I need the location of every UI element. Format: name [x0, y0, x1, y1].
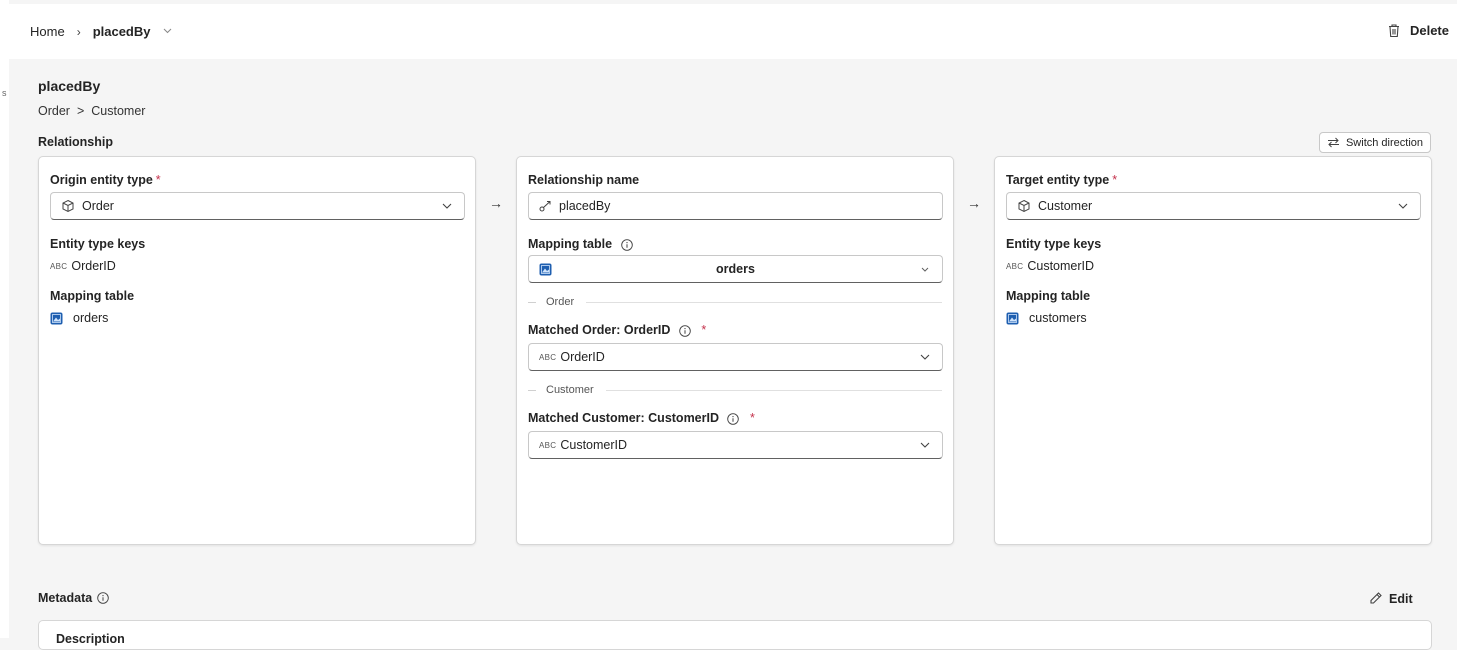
arrow-right-icon: →: [967, 195, 981, 211]
mapping-table-value: orders: [716, 262, 755, 276]
breadcrumb-current[interactable]: placedBy: [93, 24, 151, 39]
path-target: Customer: [91, 104, 146, 118]
relationship-name-input[interactable]: placedBy: [528, 192, 943, 220]
arrow-right-icon: →: [489, 195, 503, 211]
target-mapping-value: customers: [1006, 311, 1087, 325]
info-icon[interactable]: [97, 592, 109, 604]
breadcrumb-home[interactable]: Home: [30, 24, 65, 39]
origin-key-value: ABC OrderID: [50, 259, 116, 273]
relationship-link-icon: [539, 201, 551, 212]
info-icon[interactable]: [727, 412, 740, 425]
cube-icon: [1018, 199, 1030, 213]
edit-label: Edit: [1389, 591, 1413, 606]
metadata-card: Description: [38, 620, 1432, 650]
path-origin: Order: [38, 104, 70, 118]
info-icon[interactable]: [620, 238, 633, 251]
target-entity-label: Target entity type *: [1006, 173, 1118, 187]
chevron-down-icon[interactable]: [163, 26, 172, 37]
required-marker: *: [701, 323, 707, 337]
required-marker: *: [155, 173, 161, 187]
text-type-icon: ABC: [539, 352, 557, 362]
swap-arrows-icon: [1327, 137, 1339, 148]
chevron-down-icon: [920, 354, 930, 360]
chevron-down-icon: [920, 442, 930, 448]
matched-origin-dropdown[interactable]: ABC OrderID: [528, 343, 943, 371]
mapping-table-label: Mapping table: [528, 237, 633, 251]
trash-icon: [1388, 24, 1399, 38]
origin-keys-label: Entity type keys: [50, 237, 146, 251]
origin-entity-card: Origin entity type * Order Entity type ke…: [38, 156, 476, 545]
origin-mapping-label: Mapping table: [50, 289, 135, 303]
delete-button[interactable]: Delete: [1387, 23, 1449, 38]
matched-target-label: Matched Customer: CustomerID *: [528, 411, 755, 425]
target-entity-dropdown[interactable]: Customer: [1006, 192, 1421, 220]
left-edge-strip: s: [0, 0, 9, 638]
path-separator: >: [76, 104, 85, 118]
metadata-section-label: Metadata: [38, 591, 109, 605]
lakehouse-table-icon: [1006, 312, 1019, 324]
edit-metadata-button[interactable]: Edit: [1368, 591, 1413, 606]
origin-mapping-value: orders: [50, 311, 108, 325]
description-label: Description: [56, 632, 125, 646]
origin-entity-value: Order: [82, 199, 114, 213]
text-type-icon: ABC: [1006, 261, 1024, 271]
mapping-table-dropdown[interactable]: orders: [528, 255, 943, 283]
relationship-name-label: Relationship name: [528, 173, 640, 187]
matched-target-dropdown[interactable]: ABC CustomerID: [528, 431, 943, 459]
chevron-down-icon: [921, 267, 929, 272]
matched-origin-label: Matched Order: OrderID *: [528, 323, 707, 337]
required-marker: *: [749, 411, 755, 425]
matched-target-value: CustomerID: [560, 438, 628, 452]
info-icon[interactable]: [679, 324, 691, 337]
matched-origin-value: OrderID: [560, 350, 605, 364]
breadcrumb-separator: ›: [76, 24, 81, 39]
section-divider-origin: Order: [528, 295, 942, 309]
relationship-path: Order > Customer: [38, 104, 145, 118]
chevron-down-icon: [1398, 203, 1408, 209]
text-type-icon: ABC: [539, 440, 557, 450]
target-mapping-label: Mapping table: [1006, 289, 1091, 303]
text-type-icon: ABC: [50, 261, 68, 271]
delete-label: Delete: [1409, 23, 1449, 38]
cube-icon: [62, 199, 74, 213]
target-keys-label: Entity type keys: [1006, 237, 1102, 251]
lakehouse-table-icon: [50, 312, 63, 324]
target-key-value: ABC CustomerID: [1006, 259, 1095, 273]
section-divider-target: Customer: [528, 383, 942, 397]
page-title: placedBy: [38, 78, 101, 94]
origin-entity-dropdown[interactable]: Order: [50, 192, 465, 220]
origin-entity-label: Origin entity type *: [50, 173, 161, 187]
switch-direction-button[interactable]: Switch direction: [1319, 132, 1431, 153]
top-bar: Home › placedBy Delete: [9, 4, 1457, 59]
switch-direction-label: Switch direction: [1345, 136, 1424, 149]
pencil-icon: [1370, 592, 1382, 604]
relationship-section-label: Relationship: [38, 135, 114, 149]
chevron-down-icon: [442, 203, 452, 209]
relationship-card: Relationship name placedBy Mapping table…: [516, 156, 954, 545]
required-marker: *: [1112, 173, 1118, 187]
relationship-name-value: placedBy: [559, 199, 611, 213]
breadcrumb: Home › placedBy: [30, 24, 172, 39]
target-entity-value: Customer: [1038, 199, 1093, 213]
target-entity-card: Target entity type * Customer Entity type…: [994, 156, 1432, 545]
